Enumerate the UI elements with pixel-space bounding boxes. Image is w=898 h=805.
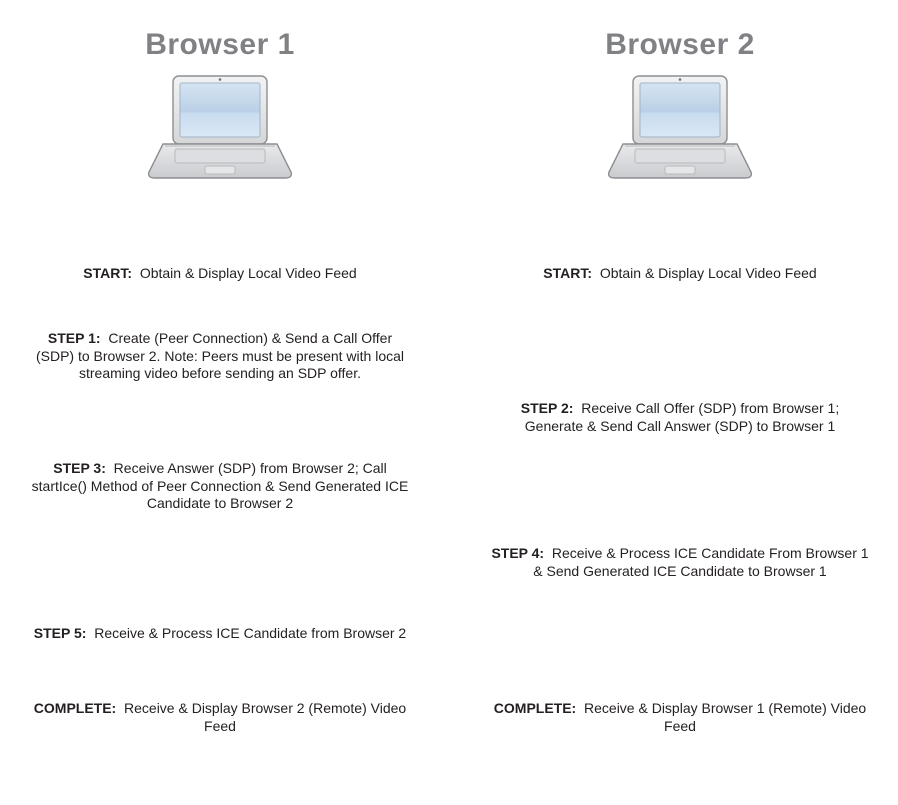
laptop-icon	[145, 74, 295, 184]
step-text: Obtain & Display Local Video Feed	[140, 265, 357, 281]
heading-browser-2: Browser 2	[460, 28, 898, 62]
step-label: COMPLETE:	[494, 700, 576, 716]
step-start-1: START: Obtain & Display Local Video Feed	[30, 265, 410, 283]
step-text: Receive & Process ICE Candidate From Bro…	[533, 545, 868, 579]
step-5: STEP 5: Receive & Process ICE Candidate …	[30, 625, 410, 643]
step-text: Receive & Display Browser 1 (Remote) Vid…	[584, 700, 866, 734]
step-3: STEP 3: Receive Answer (SDP) from Browse…	[30, 460, 410, 513]
step-complete-1: COMPLETE: Receive & Display Browser 2 (R…	[30, 700, 410, 735]
step-text: Receive & Display Browser 2 (Remote) Vid…	[124, 700, 406, 734]
step-label: STEP 2:	[521, 400, 574, 416]
step-2: STEP 2: Receive Call Offer (SDP) from Br…	[490, 400, 870, 435]
step-label: STEP 1:	[48, 330, 101, 346]
step-4: STEP 4: Receive & Process ICE Candidate …	[490, 545, 870, 580]
step-label: COMPLETE:	[34, 700, 116, 716]
step-complete-2: COMPLETE: Receive & Display Browser 1 (R…	[490, 700, 870, 735]
diagram-canvas: Browser 1	[0, 0, 898, 805]
step-start-2: START: Obtain & Display Local Video Feed	[490, 265, 870, 283]
column-browser-1: Browser 1	[0, 0, 440, 184]
heading-browser-1: Browser 1	[0, 28, 440, 62]
step-text: Obtain & Display Local Video Feed	[600, 265, 817, 281]
column-browser-2: Browser 2	[460, 0, 898, 184]
step-label: START:	[83, 265, 132, 281]
step-label: STEP 5:	[34, 625, 87, 641]
laptop-icon	[605, 74, 755, 184]
step-text: Receive & Process ICE Candidate from Bro…	[94, 625, 406, 641]
step-label: STEP 3:	[53, 460, 106, 476]
step-1: STEP 1: Create (Peer Connection) & Send …	[30, 330, 410, 383]
step-label: START:	[543, 265, 592, 281]
step-label: STEP 4:	[491, 545, 544, 561]
